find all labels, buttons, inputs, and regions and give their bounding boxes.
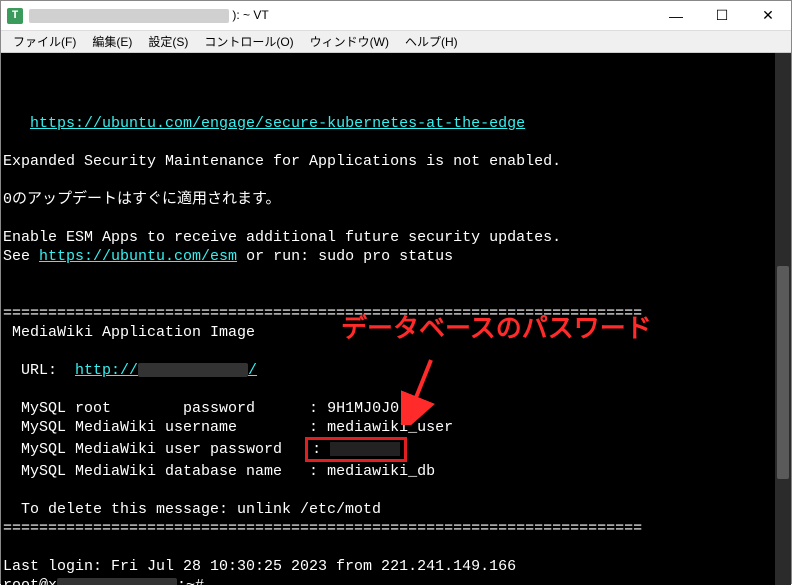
delete-motd-line: To delete this message: unlink /etc/motd xyxy=(3,501,381,518)
mysql-pw-highlight: : xyxy=(305,437,407,462)
mysql-db-label: MySQL MediaWiki database name : xyxy=(3,463,327,480)
app-url[interactable]: http:/// xyxy=(75,362,257,379)
redacted-title xyxy=(29,9,229,23)
scrollbar-thumb[interactable] xyxy=(777,266,789,479)
window-controls: ― ☐ ✕ xyxy=(653,1,791,31)
mysql-db-value: mediawiki_db xyxy=(327,463,435,480)
window-titlebar: T ): ~ VT ― ☐ ✕ xyxy=(1,1,791,31)
mysql-user-value: mediawiki_user xyxy=(327,419,453,436)
updates-line: 0のアップデートはすぐに適用されます。 xyxy=(3,191,281,208)
divider-bottom: ========================================… xyxy=(3,520,642,537)
menu-control[interactable]: コントロール(O) xyxy=(196,31,301,52)
annotation-label: データベースのパスワード xyxy=(341,319,652,338)
menu-window[interactable]: ウィンドウ(W) xyxy=(302,31,397,52)
menu-edit[interactable]: 編集(E) xyxy=(84,31,140,52)
redacted-ip xyxy=(138,363,248,377)
menu-file[interactable]: ファイル(F) xyxy=(5,31,84,52)
mysql-user-label: MySQL MediaWiki username : xyxy=(3,419,327,436)
terminal[interactable]: https://ubuntu.com/engage/secure-kuberne… xyxy=(1,53,791,585)
esm-status-line: Expanded Security Maintenance for Applic… xyxy=(3,153,561,170)
motd-title: MediaWiki Application Image xyxy=(3,324,255,341)
window-title: ): ~ VT xyxy=(29,8,269,23)
mysql-root-label: MySQL root password : xyxy=(3,400,327,417)
see-line-prefix: See xyxy=(3,248,39,265)
menu-settings[interactable]: 設定(S) xyxy=(140,31,196,52)
maximize-button[interactable]: ☐ xyxy=(699,1,745,31)
redacted-password xyxy=(330,442,400,456)
link-esm[interactable]: https://ubuntu.com/esm xyxy=(39,248,237,265)
url-label: URL: xyxy=(3,362,75,379)
link-kubernetes[interactable]: https://ubuntu.com/engage/secure-kuberne… xyxy=(30,115,525,132)
app-icon: T xyxy=(7,8,23,24)
last-login-line: Last login: Fri Jul 28 10:30:25 2023 fro… xyxy=(3,558,516,575)
terminal-scrollbar[interactable] xyxy=(775,53,791,585)
mysql-root-value: 9H1MJ0J0 xyxy=(327,400,399,417)
enable-esm-line: Enable ESM Apps to receive additional fu… xyxy=(3,229,561,246)
window-title-suffix: ): ~ VT xyxy=(232,8,268,22)
see-line-suffix: or run: sudo pro status xyxy=(237,248,453,265)
menu-help[interactable]: ヘルプ(H) xyxy=(397,31,466,52)
mysql-pw-label: MySQL MediaWiki user password xyxy=(3,441,309,458)
close-button[interactable]: ✕ xyxy=(745,1,791,31)
minimize-button[interactable]: ― xyxy=(653,1,699,31)
menubar: ファイル(F) 編集(E) 設定(S) コントロール(O) ウィンドウ(W) ヘ… xyxy=(1,31,791,53)
